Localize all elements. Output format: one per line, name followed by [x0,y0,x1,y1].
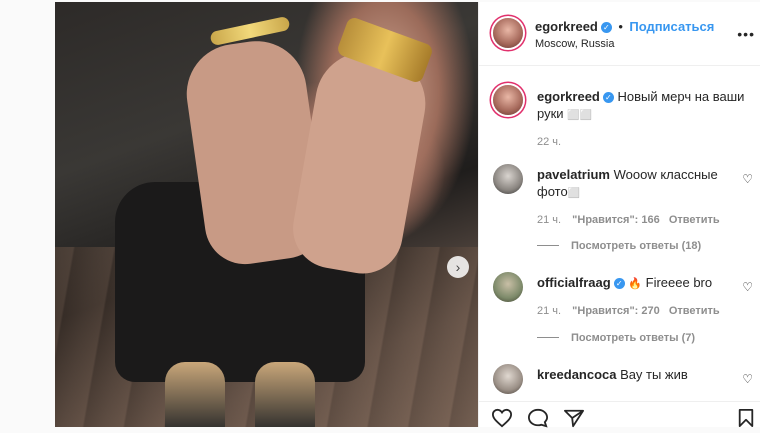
author-username[interactable]: egorkreed [535,19,598,34]
reply-button[interactable]: Ответить [669,305,720,317]
comment-time[interactable]: 21 ч. [537,305,561,317]
comment-text: Вау ты жив [620,367,688,382]
verified-icon: ✓ [600,22,612,33]
comment-username[interactable]: officialfraag [537,275,611,290]
heart-icon [491,408,513,428]
caption-emoji: ⬜⬜ [567,110,593,121]
post-actions-bar [479,401,760,430]
photo-left-shoe [165,362,225,427]
share-button[interactable] [563,408,585,433]
post-side-panel: egorkreed ✓ • Подписаться Moscow, Russia … [478,2,760,430]
photo-right-shoe [255,362,315,427]
comment-avatar[interactable] [493,272,523,302]
comment-button[interactable] [527,408,549,433]
comment-like-icon[interactable]: ♡ [742,372,753,386]
view-replies-button[interactable]: Посмотреть ответы (18) [537,240,701,252]
caption-time[interactable]: 22 ч. [537,136,747,148]
verified-icon: ✓ [613,278,625,289]
comment-like-icon[interactable]: ♡ [742,280,753,294]
comment-item: pavelatrium Wooow классные фото⬜ 21 ч. "… [537,166,727,226]
more-options-button[interactable]: ••• [737,26,755,42]
post-location[interactable]: Moscow, Russia [535,38,614,50]
comment-item: kreedancoca Вау ты жив [537,366,727,383]
comment-time[interactable]: 21 ч. [537,214,561,226]
comment-username[interactable]: pavelatrium [537,167,610,182]
view-replies-label: Посмотреть ответы (18) [571,240,702,252]
post-photo [55,2,478,427]
caption-username[interactable]: egorkreed [537,89,600,104]
comment-avatar[interactable] [493,164,523,194]
comment-emoji: ⬜ [567,188,581,199]
share-icon [564,409,584,428]
divider-line [537,337,559,338]
view-replies-label: Посмотреть ответы (7) [571,332,696,344]
comment-avatar[interactable] [493,364,523,394]
comment-icon [527,408,549,428]
author-avatar[interactable] [493,18,523,48]
comment-likes[interactable]: "Нравится": 166 [572,214,660,226]
chevron-right-icon: › [455,259,461,275]
comment-like-icon[interactable]: ♡ [742,172,753,186]
divider-line [537,245,559,246]
reply-button[interactable]: Ответить [669,214,720,226]
next-photo-button[interactable]: › [447,256,469,278]
post-header: egorkreed ✓ • Подписаться Moscow, Russia … [479,2,760,66]
comment-username[interactable]: kreedancoca [537,367,617,382]
separator-dot: • [618,19,623,34]
fire-emoji-icon: 🔥 [628,278,643,290]
view-replies-button[interactable]: Посмотреть ответы (7) [537,332,695,344]
follow-button[interactable]: Подписаться [629,19,714,34]
comment-text: Fireeee bro [645,275,713,290]
caption: egorkreed ✓ Новый мерч на ваши руки ⬜⬜ 22… [537,88,747,148]
verified-icon: ✓ [602,92,614,103]
save-button[interactable] [737,408,755,433]
bookmark-icon [738,409,754,427]
comment-item: officialfraag ✓ 🔥 Fireeee bro 21 ч. "Нрав… [537,274,727,317]
comment-likes[interactable]: "Нравится": 270 [572,305,660,317]
caption-avatar[interactable] [493,85,523,115]
like-button[interactable] [491,408,513,433]
